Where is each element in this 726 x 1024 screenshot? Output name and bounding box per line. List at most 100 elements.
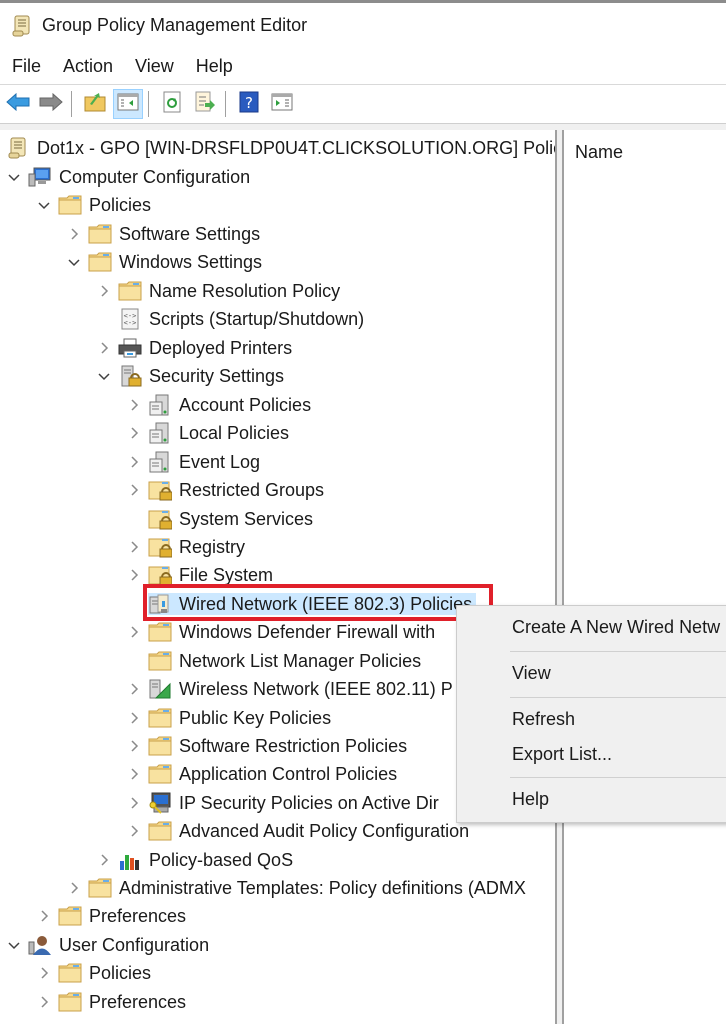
chevron-right-icon[interactable] [126,539,142,555]
tree-item-scripts[interactable]: <-> <-> Scripts (Startup/Shutdown) [96,305,364,333]
tree-item-windows-settings[interactable]: Windows Settings [66,248,262,276]
menu-item-refresh[interactable]: Refresh [512,709,575,730]
console-tree[interactable]: Dot1x - GPO [WIN-DRSFLDP0U4T.CLICKSOLUTI… [0,130,557,1024]
server-policy-icon [148,422,172,444]
menu-item-create-new-wired-network-policy[interactable]: Create A New Wired Netw [512,617,720,638]
chevron-right-icon[interactable] [36,908,52,924]
menu-separator [510,651,726,652]
export-list-button[interactable] [190,89,220,119]
folder-icon [88,251,112,273]
console-tree-icon [117,93,139,116]
tree-item-public-key-policies[interactable]: Public Key Policies [126,704,331,732]
chevron-right-icon[interactable] [66,880,82,896]
chevron-right-icon[interactable] [126,482,142,498]
tree-item-file-system[interactable]: File System [126,561,273,589]
forward-button[interactable] [36,89,66,119]
toolbar-separator [225,91,226,117]
tree-item-registry[interactable]: Registry [126,533,245,561]
tree-item-label: Preferences [89,991,187,1012]
tree-item-local-policies[interactable]: Local Policies [126,419,289,447]
chevron-right-icon[interactable] [126,397,142,413]
tree-item-computer-configuration[interactable]: Computer Configuration [6,163,250,191]
tree-item-account-policies[interactable]: Account Policies [126,391,311,419]
chevron-right-icon[interactable] [126,823,142,839]
chevron-right-icon[interactable] [96,340,112,356]
chevron-right-icon[interactable] [126,624,142,640]
tree-item-deployed-printers[interactable]: Deployed Printers [96,334,292,362]
tree-item-software-restriction[interactable]: Software Restriction Policies [126,732,407,760]
menu-view[interactable]: View [124,56,185,77]
chevron-down-icon[interactable] [36,197,52,213]
tree-item-advanced-audit[interactable]: Advanced Audit Policy Configuration [126,817,469,845]
chevron-down-icon[interactable] [66,254,82,270]
tree-item-label: User Configuration [59,934,210,955]
menu-help[interactable]: Help [185,56,244,77]
tree-item-administrative-templates[interactable]: Administrative Templates: Policy definit… [66,874,526,902]
back-button[interactable] [3,89,33,119]
tree-item-system-services[interactable]: System Services [126,505,313,533]
chevron-right-icon[interactable] [126,795,142,811]
tree-item-software-settings[interactable]: Software Settings [66,220,260,248]
chevron-right-icon[interactable] [36,965,52,981]
chevron-right-icon[interactable] [126,766,142,782]
chevron-right-icon[interactable] [126,710,142,726]
up-one-level-button[interactable] [80,89,110,119]
chevron-right-icon[interactable] [96,283,112,299]
chevron-right-icon[interactable] [126,567,142,583]
tree-item-wireless-network[interactable]: Wireless Network (IEEE 802.11) P [126,675,453,703]
menu-item-view[interactable]: View [512,663,551,684]
chevron-down-icon[interactable] [6,937,22,953]
chevron-right-icon[interactable] [96,852,112,868]
show-hide-action-pane-button[interactable] [267,89,297,119]
wired-network-policy-icon [148,593,172,615]
tree-item-event-log[interactable]: Event Log [126,448,260,476]
tree-item-network-list-manager[interactable]: Network List Manager Policies [126,647,421,675]
tree-item-user-configuration[interactable]: User Configuration [6,931,209,959]
tree-item-name-resolution-policy[interactable]: Name Resolution Policy [96,277,340,305]
tree-item-label: Public Key Policies [179,707,332,728]
chevron-right-icon[interactable] [66,226,82,242]
chevron-down-icon[interactable] [6,169,22,185]
tree-item-wired-network-policies[interactable]: Wired Network (IEEE 802.3) Policies [126,590,477,618]
menu-item-help[interactable]: Help [512,789,549,810]
tree-item-application-control[interactable]: Application Control Policies [126,760,397,788]
tree-item-uc-preferences[interactable]: Preferences [36,988,186,1016]
folder-icon [58,905,82,927]
tree-item-label: Scripts (Startup/Shutdown) [149,308,365,329]
folder-icon [148,650,172,672]
tree-item-policy-qos[interactable]: Policy-based QoS [96,846,293,874]
chevron-right-icon[interactable] [126,738,142,754]
tree-item-uc-policies[interactable]: Policies [36,959,151,987]
tree-item-label: System Services [179,508,314,529]
ip-security-key-icon [148,792,172,814]
chevron-right-icon[interactable] [36,994,52,1010]
tree-item-label: Dot1x - GPO [WIN-DRSFLDP0U4T.CLICKSOLUTI… [37,137,557,158]
chevron-down-icon[interactable] [96,368,112,384]
refresh-button[interactable] [157,89,187,119]
tree-item-restricted-groups[interactable]: Restricted Groups [126,476,324,504]
chevron-right-icon[interactable] [126,454,142,470]
menu-item-export-list[interactable]: Export List... [512,744,612,765]
tree-item-label: Software Restriction Policies [179,735,408,756]
tree-item-security-settings[interactable]: Security Settings [96,362,284,390]
chevron-right-icon[interactable] [126,681,142,697]
name-column-header[interactable]: Name [575,142,623,163]
tree-item-root[interactable]: Dot1x - GPO [WIN-DRSFLDP0U4T.CLICKSOLUTI… [6,134,557,162]
tree-item-cc-preferences[interactable]: Preferences [36,902,186,930]
context-menu: Create A New Wired Netw View Refresh Exp… [456,605,726,823]
chevron-right-icon[interactable] [126,425,142,441]
security-settings-icon [118,365,142,387]
toolbar: ? [0,85,726,124]
bar-chart-icon [118,849,142,871]
help-button[interactable]: ? [234,89,264,119]
tree-item-label: Policy-based QoS [149,849,294,870]
show-hide-console-tree-button[interactable] [113,89,143,119]
results-pane[interactable]: Name [562,130,726,1024]
tree-item-cc-policies[interactable]: Policies [36,191,151,219]
tree-item-ip-security[interactable]: IP Security Policies on Active Dir [126,789,439,817]
menu-action[interactable]: Action [52,56,124,77]
tree-item-defender-firewall[interactable]: Windows Defender Firewall with [126,618,435,646]
tree-item-label: Policies [89,962,152,983]
tree-item-label: Advanced Audit Policy Configuration [179,820,470,841]
menu-file[interactable]: File [0,56,52,77]
